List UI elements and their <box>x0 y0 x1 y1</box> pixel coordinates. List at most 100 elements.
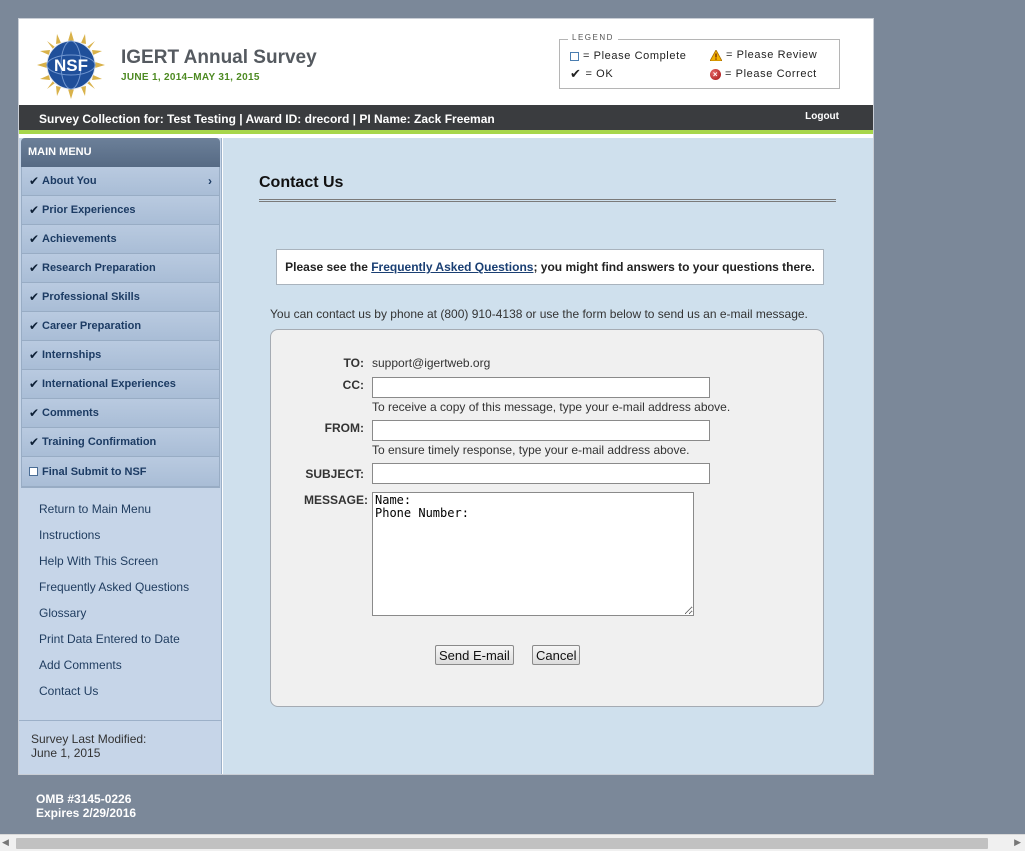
message-textarea[interactable]: Name: Phone Number: <box>372 492 694 616</box>
svg-text:NSF: NSF <box>54 56 88 75</box>
checkmark-icon: ✔ <box>29 290 40 304</box>
contact-phone-text: You can contact us by phone at (800) 910… <box>270 307 808 321</box>
session-info: Survey Collection for: Test Testing | Aw… <box>39 112 495 126</box>
checkmark-icon: ✔ <box>29 174 40 188</box>
sidebar-item-label: International Experiences <box>42 378 176 390</box>
to-value: support@igertweb.org <box>372 356 491 370</box>
link-help-with-this-screen[interactable]: Help With This Screen <box>39 554 189 580</box>
sidebar-item-final-submit[interactable]: Final Submit to NSF <box>22 457 219 486</box>
main-content: Contact Us Please see the Frequently Ask… <box>223 138 873 774</box>
checkmark-icon: ✔ <box>29 261 40 275</box>
send-email-button[interactable]: Send E-mail <box>435 645 514 665</box>
survey-frame: NSF IGERT Annual Survey JUNE 1, 2014–MAY… <box>18 18 874 775</box>
faq-prefix: Please see the <box>285 260 372 274</box>
checkmark-icon: ✔ <box>29 348 40 362</box>
omb-info: OMB #3145-0226 Expires 2/29/2016 <box>36 792 136 820</box>
subject-label: SUBJECT: <box>305 467 364 481</box>
main-menu-list: ✔ About You › ✔ Prior Experiences ✔ Achi… <box>21 167 220 488</box>
sidebar-item-career-preparation[interactable]: ✔ Career Preparation <box>22 312 219 341</box>
checkmark-icon: ✔ <box>29 435 40 449</box>
logout-link[interactable]: Logout <box>805 111 839 122</box>
message-label: MESSAGE: <box>304 493 369 507</box>
chevron-right-icon: › <box>208 174 212 188</box>
omb-expires: Expires 2/29/2016 <box>36 806 137 820</box>
legend-please-complete: = Please Complete <box>570 50 686 62</box>
sidebar-item-label: Comments <box>42 407 99 419</box>
app-title: IGERT Annual Survey <box>121 47 317 68</box>
sidebar-item-label: Professional Skills <box>42 291 140 303</box>
empty-checkbox-icon <box>570 51 579 61</box>
survey-period: JUNE 1, 2014–MAY 31, 2015 <box>121 72 260 83</box>
sidebar-item-label: Internships <box>42 349 102 361</box>
cancel-button[interactable]: Cancel <box>532 645 581 665</box>
cc-hint: To receive a copy of this message, type … <box>372 400 731 414</box>
from-label: FROM: <box>324 421 364 435</box>
sidebar-divider <box>19 720 221 721</box>
checkmark-icon: ✔ <box>570 66 582 81</box>
sidebar-item-label: About You <box>42 175 97 187</box>
link-glossary[interactable]: Glossary <box>39 606 189 632</box>
horizontal-scrollbar[interactable]: ◀ ▶ <box>0 834 1025 851</box>
faq-suffix: ; you might find answers to your questio… <box>533 260 815 274</box>
cc-input[interactable] <box>372 377 710 398</box>
sidebar-item-research-preparation[interactable]: ✔ Research Preparation <box>22 254 219 283</box>
title-divider <box>259 199 836 202</box>
from-input[interactable] <box>372 420 710 441</box>
main-menu-title: MAIN MENU <box>21 138 220 167</box>
legend-please-review-label: = Please Review <box>726 49 818 61</box>
checkmark-icon: ✔ <box>29 232 40 246</box>
sidebar-item-achievements[interactable]: ✔ Achievements <box>22 225 219 254</box>
faq-notice: Please see the Frequently Asked Question… <box>276 249 824 285</box>
sidebar: MAIN MENU ✔ About You › ✔ Prior Experien… <box>19 138 222 774</box>
legend-please-complete-label: = Please Complete <box>583 50 687 62</box>
sidebar-links: Return to Main Menu Instructions Help Wi… <box>39 502 189 710</box>
checkmark-icon: ✔ <box>29 203 40 217</box>
sidebar-item-about-you[interactable]: ✔ About You › <box>22 167 219 196</box>
sidebar-item-label: Career Preparation <box>42 320 142 332</box>
sidebar-item-training-confirmation[interactable]: ✔ Training Confirmation <box>22 428 219 457</box>
link-faq[interactable]: Frequently Asked Questions <box>39 580 189 606</box>
legend-title: LEGEND <box>568 33 618 42</box>
legend-please-correct: × = Please Correct <box>710 68 817 80</box>
link-return-to-main-menu[interactable]: Return to Main Menu <box>39 502 189 528</box>
link-contact-us[interactable]: Contact Us <box>39 684 189 710</box>
sidebar-item-internships[interactable]: ✔ Internships <box>22 341 219 370</box>
legend-ok-label: = OK <box>585 68 614 80</box>
last-modified-date: June 1, 2015 <box>31 746 101 760</box>
error-icon: × <box>710 68 721 80</box>
legend-please-correct-label: = Please Correct <box>725 68 817 80</box>
sidebar-item-label: Final Submit to NSF <box>42 465 147 478</box>
last-modified-label: Survey Last Modified: <box>31 732 147 746</box>
warning-icon <box>710 49 722 61</box>
contact-form: TO: support@igertweb.org CC: To receive … <box>270 329 824 707</box>
omb-number: OMB #3145-0226 <box>36 792 132 806</box>
session-bar: Survey Collection for: Test Testing | Aw… <box>19 105 873 134</box>
last-modified: Survey Last Modified: June 1, 2015 <box>31 732 146 760</box>
scrollbar-thumb[interactable] <box>16 838 988 849</box>
subject-input[interactable] <box>372 463 710 484</box>
scroll-left-icon[interactable]: ◀ <box>2 837 9 848</box>
sidebar-item-professional-skills[interactable]: ✔ Professional Skills <box>22 283 219 312</box>
scroll-right-icon[interactable]: ▶ <box>1014 837 1021 848</box>
from-hint: To ensure timely response, type your e-m… <box>372 443 690 457</box>
sidebar-item-prior-experiences[interactable]: ✔ Prior Experiences <box>22 196 219 225</box>
faq-link[interactable]: Frequently Asked Questions <box>371 260 533 274</box>
legend-ok: ✔ = OK <box>570 66 614 81</box>
sidebar-item-comments[interactable]: ✔ Comments <box>22 399 219 428</box>
link-print-data[interactable]: Print Data Entered to Date <box>39 632 189 658</box>
nsf-logo: NSF <box>37 31 105 99</box>
legend: LEGEND = Please Complete = Please Review… <box>559 33 840 89</box>
link-instructions[interactable]: Instructions <box>39 528 189 554</box>
to-label: TO: <box>343 356 364 370</box>
sidebar-item-label: Achievements <box>42 233 117 245</box>
empty-checkbox-icon <box>29 467 38 476</box>
sidebar-item-label: Training Confirmation <box>42 436 157 448</box>
header: NSF IGERT Annual Survey JUNE 1, 2014–MAY… <box>19 19 873 105</box>
checkmark-icon: ✔ <box>29 377 40 391</box>
sidebar-item-international-experiences[interactable]: ✔ International Experiences <box>22 370 219 399</box>
link-add-comments[interactable]: Add Comments <box>39 658 189 684</box>
sidebar-item-label: Prior Experiences <box>42 204 136 216</box>
legend-please-review: = Please Review <box>710 49 817 61</box>
sidebar-item-label: Research Preparation <box>42 262 156 274</box>
checkmark-icon: ✔ <box>29 406 40 420</box>
